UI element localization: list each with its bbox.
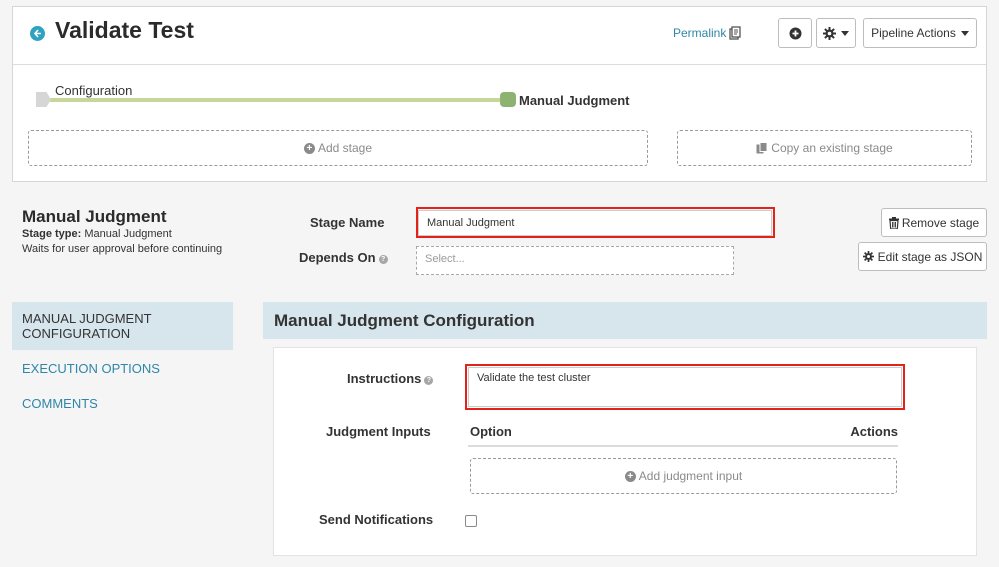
send-notifications-checkbox[interactable] [465,515,477,527]
header-divider [13,64,986,65]
settings-dropdown-button[interactable] [816,18,856,48]
add-judgment-input-label: Add judgment input [638,469,743,483]
copy-icon [756,142,768,154]
column-header-option: Option [470,424,512,439]
depends-on-select[interactable]: Select... [416,246,734,275]
judgment-inputs-table-header: Option Actions [468,424,898,447]
pipeline-header-panel: Validate Test Permalink Pipeline Actions… [12,6,987,182]
remove-stage-label: Remove stage [901,215,980,230]
copy-stage-button[interactable]: Copy an existing stage [677,130,972,166]
plus-circle-icon [789,27,801,39]
pipeline-actions-dropdown[interactable]: Pipeline Actions [863,18,977,48]
edit-stage-json-label: Edit stage as JSON [877,249,983,264]
depends-on-label: Depends On? [299,250,388,265]
graph-node-label[interactable]: Manual Judgment [519,93,630,108]
page-title: Validate Test [55,17,194,43]
stage-title: Manual Judgment [22,207,167,226]
add-judgment-input-button[interactable]: + Add judgment input [470,458,897,494]
graph-node-manual-judgment[interactable] [500,92,516,107]
add-stage-button[interactable]: + Add stage [28,130,648,166]
pipeline-graph-link [43,98,513,102]
copy-stage-label: Copy an existing stage [771,141,893,155]
help-icon[interactable]: ? [424,376,434,385]
instructions-textarea[interactable]: Validate the test cluster [468,367,902,407]
nav-item-manual-judgment-configuration[interactable]: Manual Judgment Configuration [12,302,233,350]
graph-node-configuration[interactable] [36,92,51,107]
add-stage-label: Add stage [317,141,373,155]
plus-circle-icon: + [303,142,315,154]
chevron-down-icon [841,30,849,36]
clipboard-icon[interactable] [729,26,741,40]
column-header-actions: Actions [850,424,898,439]
stage-type: Stage type: Manual Judgment [22,228,172,240]
stage-name-label: Stage Name [310,215,385,230]
stage-description: Waits for user approval before continuin… [22,243,223,255]
gear-icon [823,26,836,40]
stage-name-input[interactable] [418,210,772,236]
section-header: Manual Judgment Configuration [263,302,987,339]
send-notifications-label: Send Notifications [319,512,434,527]
permalink-link[interactable]: Permalink [673,26,726,40]
pipeline-actions-label: Pipeline Actions [871,26,956,40]
nav-item-comments[interactable]: Comments [12,396,233,411]
instructions-label: Instructions? [347,371,434,386]
help-icon[interactable]: ? [378,255,388,264]
edit-stage-json-button[interactable]: Edit stage as JSON [858,242,987,271]
stage-type-value: Manual Judgment [84,228,172,240]
depends-on-text: Depends On [299,250,376,265]
instructions-text: Instructions [347,371,422,386]
chevron-down-icon [960,30,969,36]
nav-item-execution-options[interactable]: Execution Options [12,361,233,376]
remove-stage-button[interactable]: Remove stage [881,208,987,237]
graph-node-label[interactable]: Configuration [55,83,132,98]
plus-circle-icon: + [624,470,636,482]
judgment-inputs-label: Judgment Inputs [326,424,431,439]
gear-icon [862,251,874,262]
depends-on-placeholder: Select... [425,253,465,265]
stage-type-label: Stage type: [22,228,82,240]
create-button[interactable] [778,18,812,48]
trash-icon [888,216,899,229]
back-arrow-icon[interactable] [30,26,45,41]
